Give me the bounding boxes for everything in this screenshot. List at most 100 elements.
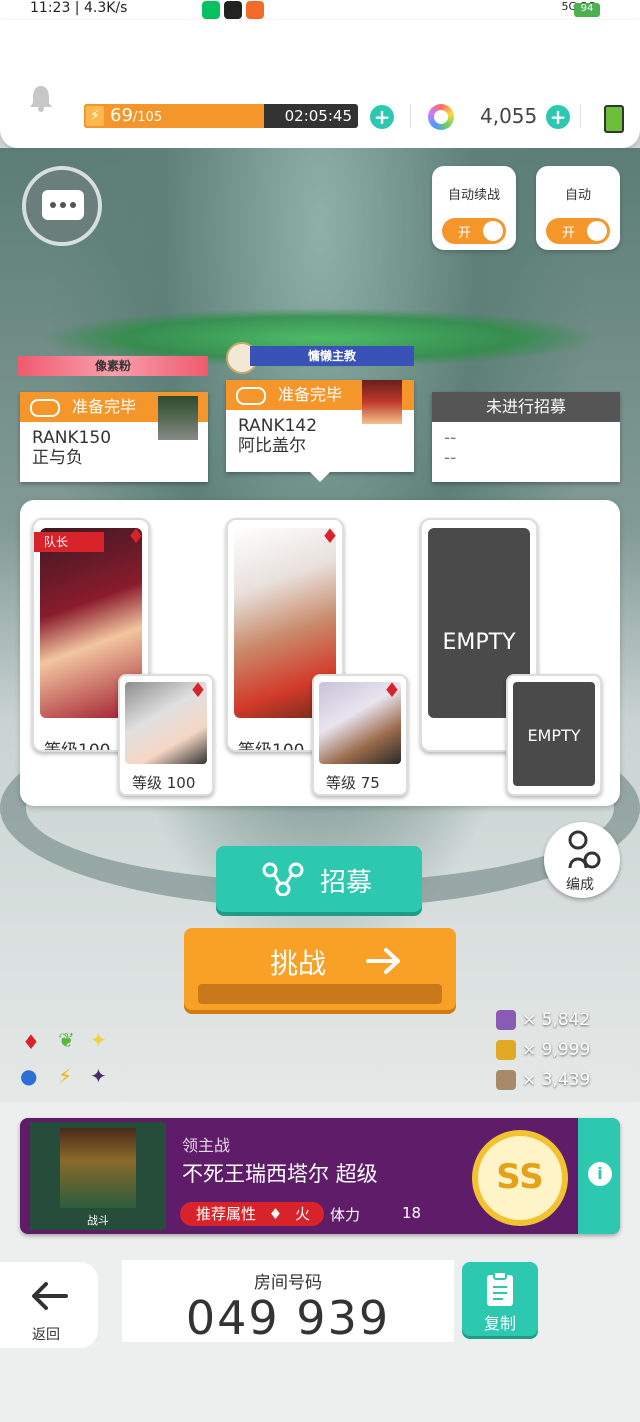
boss-image: 战斗 bbox=[30, 1122, 166, 1230]
player-rank: -- bbox=[444, 428, 457, 448]
room-number-card: 房间号码 049 939 bbox=[122, 1260, 454, 1345]
stamina-bar: ⚡ 69/105 02:05:45 bbox=[84, 104, 358, 128]
edit-label: 编成 bbox=[566, 877, 594, 893]
fire-element-icon: ♦ bbox=[189, 678, 207, 702]
status-bar: 11:23 | 4.3K/s 5G 3G 94 bbox=[0, 0, 640, 20]
status-time: 11:23 | 4.3K/s bbox=[30, 0, 128, 16]
thunder-element-icon: ⚡ bbox=[58, 1064, 73, 1088]
auto-continue-label: 自动续战 bbox=[447, 188, 500, 203]
medal-count: × 3,439 bbox=[496, 1070, 616, 1090]
player-name: 正与负 bbox=[32, 448, 83, 468]
player-name: -- bbox=[444, 448, 457, 468]
captain-badge: 队长 bbox=[34, 532, 104, 552]
medal-count: × 5,842 bbox=[496, 1010, 616, 1030]
player-info: -- -- bbox=[432, 422, 620, 474]
chat-button[interactable] bbox=[22, 166, 102, 246]
dark-element-icon: ✦ bbox=[90, 1064, 107, 1088]
difficulty-badge: SS bbox=[472, 1130, 568, 1226]
stamina-value: 69/105 bbox=[110, 105, 163, 126]
sub-unit-level: 等级 75 bbox=[326, 774, 380, 792]
recruit-label: 招募 bbox=[320, 868, 373, 898]
sub-unit-card[interactable]: ♦ 等级 100 bbox=[118, 674, 214, 796]
boss-card[interactable]: 战斗 领主战 不死王瑞西塔尔 超级 推荐属性 ♦ 火 体力 18 SS i bbox=[20, 1118, 620, 1234]
recommended-attribute: 推荐属性 ♦ 火 bbox=[180, 1202, 324, 1226]
chat-bubble-icon bbox=[42, 190, 84, 220]
boss-sprite bbox=[60, 1128, 136, 1208]
divider bbox=[580, 104, 581, 128]
boss-category: 领主战 bbox=[182, 1136, 231, 1155]
player-name: 阿比盖尔 bbox=[238, 436, 306, 456]
auto-label: 自动 bbox=[564, 188, 591, 203]
medal-count: × 9,999 bbox=[496, 1040, 616, 1060]
room-number-label: 房间号码 bbox=[254, 1273, 322, 1293]
recruit-button[interactable]: 招募 bbox=[216, 846, 422, 912]
loop-icon bbox=[30, 398, 60, 417]
fire-element-icon: ♦ bbox=[383, 678, 401, 702]
auto-toggle[interactable]: 开 bbox=[546, 218, 610, 244]
add-gems-button[interactable]: + bbox=[546, 105, 570, 129]
selected-pointer bbox=[310, 472, 330, 482]
boss-info-button[interactable]: i bbox=[578, 1118, 620, 1234]
boss-image-caption: 战斗 bbox=[87, 1214, 109, 1227]
gold-medal-icon bbox=[496, 1040, 516, 1060]
lightning-icon: ⚡ bbox=[86, 106, 104, 126]
info-icon: i bbox=[588, 1162, 612, 1186]
empty-sub-slot[interactable]: EMPTY bbox=[506, 674, 602, 796]
stamina-timer: 02:05:45 bbox=[284, 107, 352, 125]
bell-icon[interactable] bbox=[28, 84, 54, 112]
challenge-button[interactable]: 挑战 bbox=[184, 928, 456, 1010]
resource-bar bbox=[0, 20, 640, 148]
boss-stamina-cost: 18 bbox=[402, 1204, 422, 1222]
sub-unit-level: 等级 100 bbox=[132, 774, 196, 792]
boss-stamina-label: 体力 bbox=[330, 1206, 361, 1224]
player-sprite-avatar bbox=[158, 396, 198, 440]
player-title-ribbon: 像素粉 bbox=[18, 356, 208, 376]
auto-card: 自动 开 bbox=[536, 166, 620, 250]
add-stamina-button[interactable]: + bbox=[370, 105, 394, 129]
element-wheel[interactable]: ♦ ❦ ✦ ● ⚡ ✦ bbox=[18, 1028, 118, 1092]
water-element-icon: ● bbox=[20, 1064, 38, 1088]
leaf-element-icon: ❦ bbox=[58, 1028, 75, 1052]
challenge-progress bbox=[198, 984, 442, 1004]
fire-element-icon: ♦ bbox=[321, 524, 339, 548]
toggle-state: 开 bbox=[562, 226, 576, 241]
unit-level: 等级100 bbox=[238, 736, 305, 750]
back-button[interactable]: 返回 bbox=[0, 1262, 98, 1348]
empty-label: EMPTY bbox=[442, 630, 516, 655]
gem-count: 4,055 bbox=[480, 104, 538, 128]
boss-name: 不死王瑞西塔尔 超级 bbox=[182, 1162, 378, 1186]
room-number: 049 939 bbox=[185, 1291, 391, 1345]
not-recruited-status: 未进行招募 bbox=[432, 392, 620, 422]
back-label: 返回 bbox=[32, 1327, 60, 1343]
unit-level: 等级100 bbox=[44, 736, 111, 750]
auto-continue-toggle[interactable]: 开 bbox=[442, 218, 506, 244]
player-card-3[interactable]: 未进行招募 -- -- bbox=[432, 392, 620, 482]
auto-continue-card: 自动续战 开 bbox=[432, 166, 516, 250]
copy-button[interactable]: 复制 bbox=[462, 1262, 538, 1336]
arrow-right-icon bbox=[366, 948, 400, 974]
player-title-ribbon: 慵懒主教 bbox=[250, 346, 414, 366]
battery-indicator: 94 bbox=[574, 3, 600, 17]
share-network-icon bbox=[262, 862, 304, 896]
edit-formation-button[interactable]: 编成 bbox=[544, 822, 620, 898]
fire-element-icon: ♦ bbox=[22, 1030, 40, 1054]
person-gear-icon bbox=[568, 830, 601, 869]
sub-unit-card[interactable]: ♦ 等级 75 bbox=[312, 674, 408, 796]
gem-icon bbox=[428, 104, 454, 130]
fire-element-icon: ♦ bbox=[127, 524, 145, 548]
challenge-label: 挑战 bbox=[270, 947, 327, 980]
clipboard-icon bbox=[487, 1271, 513, 1306]
fire-element-icon: ♦ bbox=[268, 1205, 283, 1223]
light-element-icon: ✦ bbox=[90, 1028, 107, 1052]
divider bbox=[410, 104, 411, 128]
app-notification-icons bbox=[198, 1, 264, 19]
player-sprite-avatar bbox=[362, 380, 402, 424]
loop-icon bbox=[236, 386, 266, 405]
bronze-medal-icon bbox=[496, 1070, 516, 1090]
toggle-state: 开 bbox=[458, 226, 472, 241]
empty-label: EMPTY bbox=[527, 726, 581, 745]
battery-saver-icon[interactable] bbox=[604, 105, 624, 133]
purple-medal-icon bbox=[496, 1010, 516, 1030]
copy-label: 复制 bbox=[484, 1314, 517, 1333]
arrow-left-icon bbox=[32, 1282, 68, 1310]
